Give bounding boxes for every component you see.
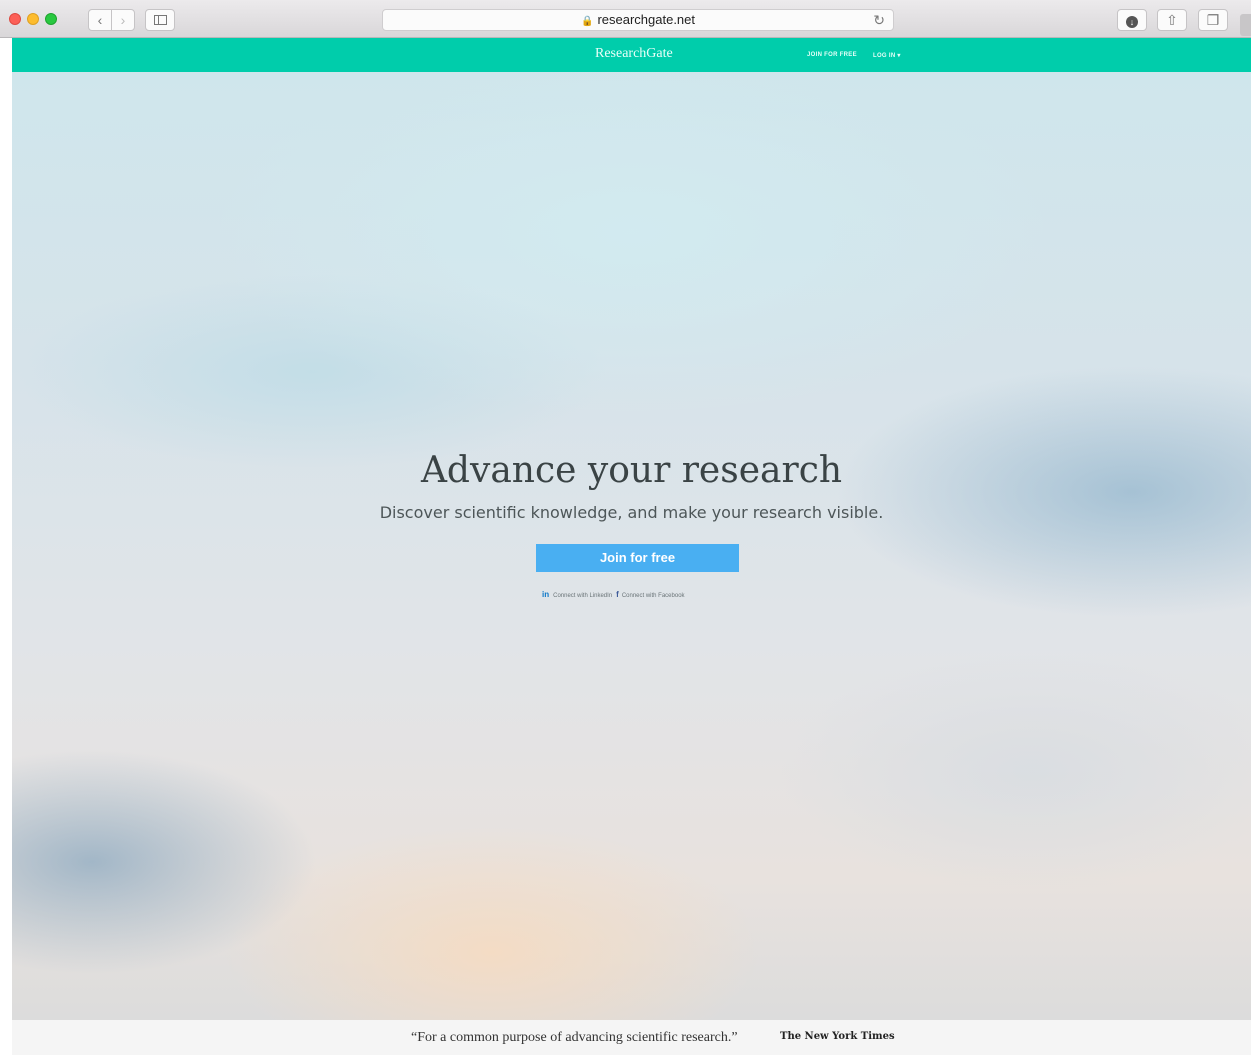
connect-linkedin-link[interactable]: Connect with LinkedIn [553, 593, 612, 599]
linkedin-icon: in [542, 590, 550, 599]
share-icon: ⇧ [1166, 12, 1178, 28]
press-quote: “For a common purpose of advancing scien… [411, 1030, 738, 1045]
nav-login-link[interactable]: LOG IN ▾ [873, 52, 901, 59]
site-header: ResearchGate JOIN FOR FREE LOG IN ▾ [12, 38, 1251, 72]
join-for-free-button[interactable]: Join for free [536, 544, 739, 572]
downloads-button[interactable]: ↓ [1117, 9, 1147, 31]
download-icon: ↓ [1126, 16, 1138, 28]
facebook-icon: f [616, 590, 619, 599]
nyt-logo: The New York Times [780, 1031, 895, 1042]
social-connect: in Connect with LinkedIn f Connect with Fac… [542, 590, 685, 599]
new-tab-handle[interactable] [1240, 14, 1251, 36]
sidebar-icon [154, 15, 167, 25]
connect-facebook-link[interactable]: Connect with Facebook [622, 593, 685, 599]
back-button[interactable]: ‹ [88, 9, 112, 31]
zoom-window-button[interactable] [45, 13, 57, 25]
hero-subheadline: Discover scientific knowledge, and make … [379, 503, 884, 522]
url-text: researchgate.net [597, 12, 696, 27]
brand-logo[interactable]: ResearchGate [595, 46, 673, 62]
close-window-button[interactable] [9, 13, 21, 25]
minimize-window-button[interactable] [27, 13, 39, 25]
hero-section: Advance your research Discover scientifi… [12, 72, 1251, 1020]
chevron-left-icon: ‹ [97, 12, 103, 28]
hero-headline: Advance your research [420, 450, 843, 491]
chevron-right-icon: › [120, 12, 126, 28]
forward-button[interactable]: › [111, 9, 135, 31]
tabs-icon: ❐ [1206, 12, 1220, 28]
page-content: ResearchGate JOIN FOR FREE LOG IN ▾ Adva… [12, 38, 1251, 1055]
lock-icon: 🔒 [580, 16, 594, 27]
sidebar-toggle-button[interactable] [145, 9, 175, 31]
reload-icon[interactable]: ↻ [873, 10, 885, 30]
share-button[interactable]: ⇧ [1157, 9, 1187, 31]
browser-toolbar: ‹ › 🔒 researchgate.net ↻ ↓ ⇧ ❐ [0, 0, 1251, 38]
address-bar[interactable]: 🔒 researchgate.net ↻ [382, 9, 894, 31]
press-quote-bar: “For a common purpose of advancing scien… [12, 1020, 1251, 1055]
tab-overview-button[interactable]: ❐ [1198, 9, 1228, 31]
nav-join-link[interactable]: JOIN FOR FREE [807, 52, 857, 58]
